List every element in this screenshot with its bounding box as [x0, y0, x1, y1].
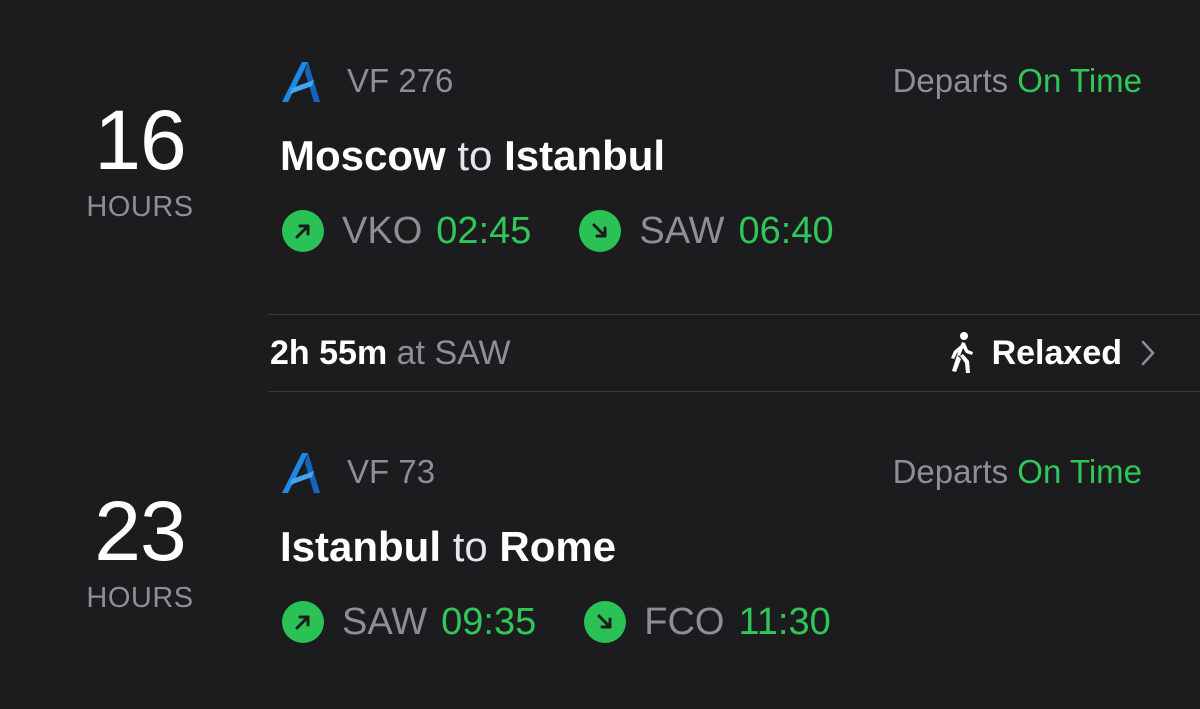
countdown: 16 HOURS: [60, 92, 220, 224]
layover-row[interactable]: 2h 55m at SAW Relaxed: [268, 314, 1200, 392]
status-value: On Time: [1017, 62, 1142, 99]
flight-number: VF 73: [347, 453, 436, 490]
route-connector: to: [452, 523, 488, 570]
origin-city: Moscow: [280, 132, 446, 179]
arrival-leg: SAW 06:40: [579, 209, 834, 253]
countdown-unit: HOURS: [86, 582, 194, 614]
countdown-value: 16: [94, 93, 186, 187]
flight-times: VKO 02:45 SAW 06:40: [282, 205, 834, 257]
flight-number: VF 276: [347, 62, 454, 99]
arrival-time: 06:40: [738, 209, 834, 252]
status-value: On Time: [1017, 453, 1142, 490]
chevron-right-icon: [1141, 340, 1155, 366]
destination-city: Rome: [499, 523, 617, 570]
walking-person-icon: [950, 332, 973, 373]
layover-info: 2h 55m at SAW: [270, 333, 511, 373]
pace-label: Relaxed: [991, 333, 1122, 372]
countdown-value: 23: [94, 484, 186, 578]
departure-time: 09:35: [441, 600, 537, 643]
flight-times: SAW 09:35 FCO 11:30: [282, 596, 831, 648]
destination-city: Istanbul: [504, 132, 666, 179]
airline-logo-icon: [282, 453, 320, 493]
layover-location: at SAW: [396, 334, 511, 372]
route-connector: to: [457, 132, 493, 179]
status-prefix: Departs: [892, 62, 1009, 99]
countdown: 23 HOURS: [60, 483, 220, 615]
route-title: Moscow to Istanbul: [280, 130, 665, 182]
flight-card[interactable]: 23 HOURS VF 73 Departs On Time Istanbul …: [0, 391, 1200, 691]
route-title: Istanbul to Rome: [280, 521, 616, 573]
departure-arrow-icon: [282, 210, 324, 252]
departure-leg: SAW 09:35: [282, 601, 536, 644]
departure-leg: VKO 02:45: [282, 210, 531, 253]
flight-status: Departs On Time: [893, 60, 1142, 102]
departure-airport: VKO: [342, 209, 423, 252]
layover-duration: 2h 55m: [270, 334, 388, 372]
departure-time: 02:45: [436, 209, 532, 252]
layover-pace[interactable]: Relaxed: [946, 331, 1156, 375]
arrival-time: 11:30: [738, 600, 831, 643]
departure-arrow-icon: [282, 601, 324, 643]
flight-status: Departs On Time: [893, 451, 1142, 493]
status-prefix: Departs: [892, 453, 1009, 490]
airline-logo-icon: [282, 62, 320, 102]
arrival-arrow-icon: [584, 601, 627, 643]
departure-airport: SAW: [342, 600, 428, 643]
flight-itinerary-screen: 16 HOURS VF 276 Departs On Time Moscow t…: [0, 0, 1200, 709]
arrival-airport: FCO: [644, 600, 725, 643]
flight-card[interactable]: 16 HOURS VF 276 Departs On Time Moscow t…: [0, 0, 1200, 300]
arrival-airport: SAW: [639, 209, 725, 252]
countdown-unit: HOURS: [86, 191, 194, 223]
arrival-arrow-icon: [579, 210, 622, 252]
origin-city: Istanbul: [280, 523, 442, 570]
arrival-leg: FCO 11:30: [584, 601, 831, 644]
